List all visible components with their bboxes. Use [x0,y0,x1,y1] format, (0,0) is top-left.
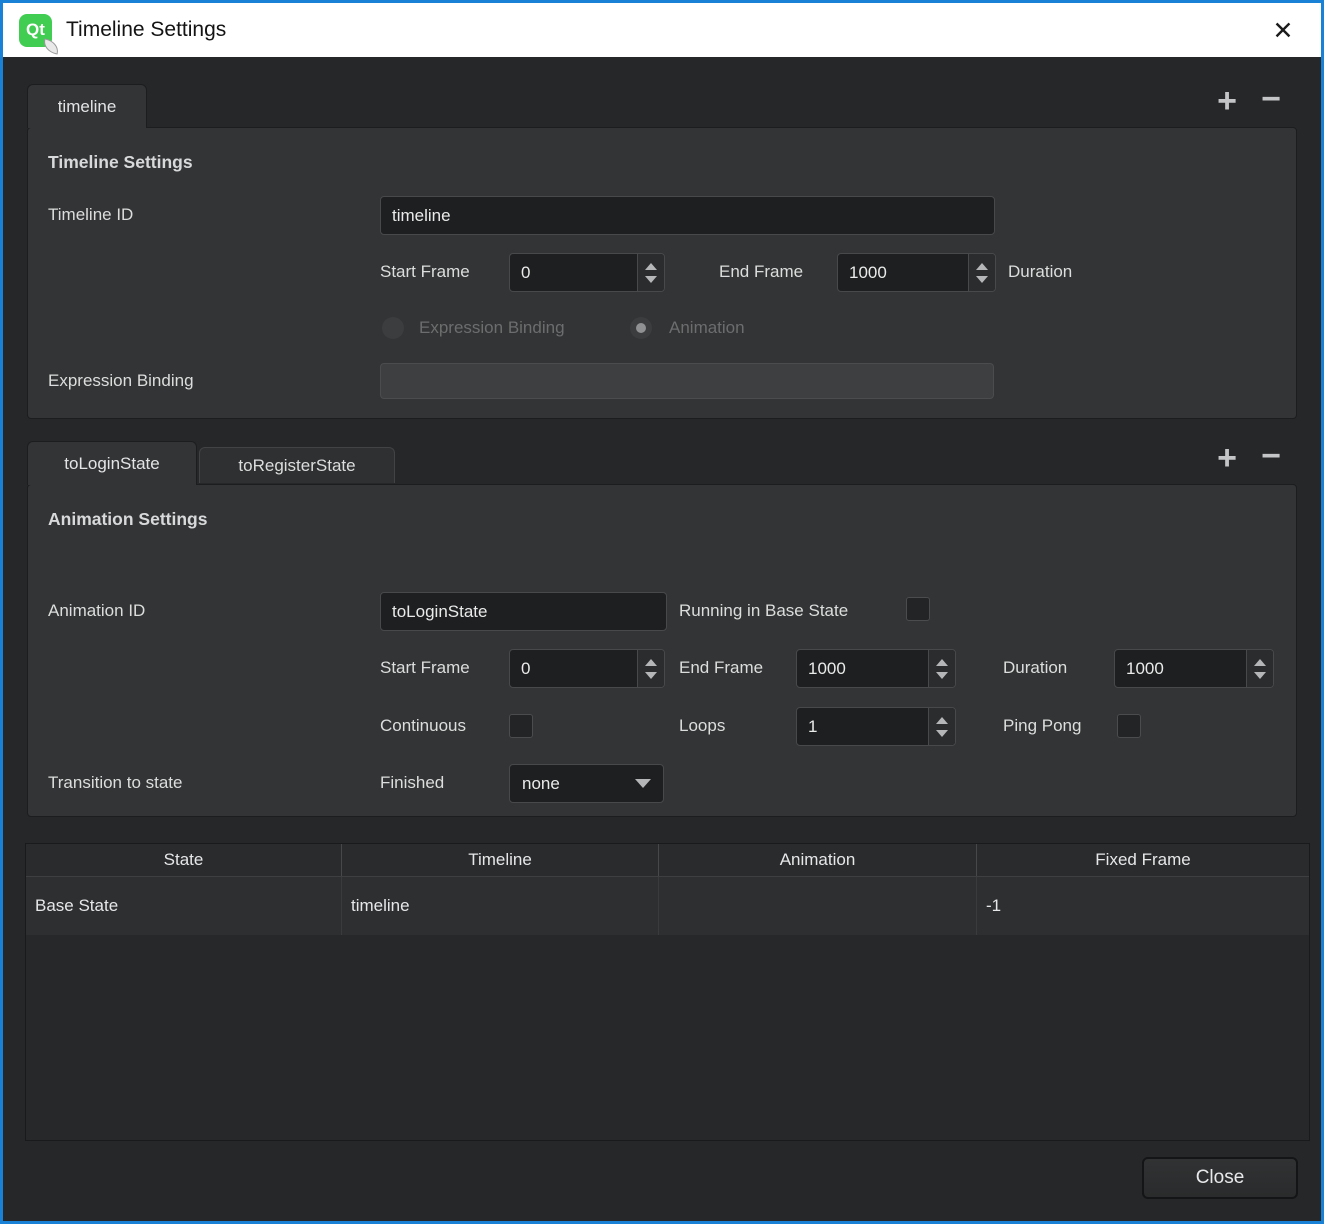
spin-up-icon[interactable] [645,659,657,666]
spin-up-icon[interactable] [1254,659,1266,666]
anim-start-frame-value: 0 [510,650,637,687]
continuous-label: Continuous [380,715,466,737]
cell-animation [659,877,977,935]
animation-settings-panel: Animation Settings Animation ID toLoginS… [27,484,1297,817]
animation-id-input[interactable]: toLoginState [380,592,667,631]
timeline-id-label: Timeline ID [48,204,133,226]
loops-spinbox[interactable]: 1 [796,707,956,746]
ping-pong-checkbox[interactable] [1117,714,1141,738]
spin-up-icon[interactable] [976,263,988,270]
titlebar: Qt Timeline Settings ✕ [3,3,1321,57]
finished-dropdown-value: none [522,774,635,794]
finished-dropdown[interactable]: none [509,764,664,803]
minus-icon: − [1261,439,1281,473]
timeline-settings-dialog: Qt Timeline Settings ✕ timeline + − Time… [0,0,1324,1224]
loops-label: Loops [679,715,725,737]
expression-binding-input [380,363,994,399]
ping-pong-label: Ping Pong [1003,715,1081,737]
window-close-button[interactable]: ✕ [1265,13,1301,49]
end-frame-spin-buttons[interactable] [968,254,995,291]
anim-start-frame-spin-buttons[interactable] [637,650,664,687]
spin-up-icon[interactable] [936,659,948,666]
spin-down-icon[interactable] [936,730,948,737]
spin-down-icon[interactable] [936,672,948,679]
chevron-down-icon [635,779,651,788]
start-frame-label: Start Frame [380,261,470,283]
duration-label: Duration [1008,261,1072,283]
anim-end-frame-spin-buttons[interactable] [928,650,955,687]
spin-down-icon[interactable] [1254,672,1266,679]
tab-tologinstate[interactable]: toLoginState [27,441,197,485]
animation-id-label: Animation ID [48,600,145,622]
loops-value: 1 [797,708,928,745]
timeline-settings-heading: Timeline Settings [48,152,193,173]
finished-label: Finished [380,772,444,794]
animation-radio [630,317,652,339]
plus-icon: + [1217,441,1237,475]
start-frame-spinbox[interactable]: 0 [509,253,665,292]
timeline-settings-panel: Timeline Settings Timeline ID timeline S… [27,127,1297,419]
anim-end-frame-label: End Frame [679,657,763,679]
cell-timeline: timeline [342,877,659,935]
timeline-remove-button[interactable]: − [1255,84,1287,114]
timeline-id-value: timeline [392,206,451,226]
spin-down-icon[interactable] [645,672,657,679]
close-button-label: Close [1196,1167,1245,1189]
header-animation: Animation [659,844,977,876]
loops-spin-buttons[interactable] [928,708,955,745]
running-in-base-state-label: Running in Base State [679,600,848,622]
animation-id-value: toLoginState [392,602,487,622]
animation-add-button[interactable]: + [1211,443,1243,473]
expression-binding-radio [382,317,404,339]
anim-duration-value: 1000 [1115,650,1246,687]
qt-leaf-icon [42,38,60,54]
cell-fixed-frame: -1 [977,877,1309,935]
table-row[interactable]: Base State timeline -1 [26,877,1309,935]
timeline-id-input[interactable]: timeline [380,196,995,235]
spin-down-icon[interactable] [645,276,657,283]
tab-timeline[interactable]: timeline [27,84,147,128]
tab-toregisterstate-label: toRegisterState [238,456,355,476]
anim-duration-spin-buttons[interactable] [1246,650,1273,687]
anim-duration-label: Duration [1003,657,1067,679]
expression-binding-label: Expression Binding [48,370,194,392]
minus-icon: − [1261,82,1281,116]
running-in-base-state-checkbox[interactable] [906,597,930,621]
tab-timeline-label: timeline [58,97,117,117]
tab-tologinstate-label: toLoginState [64,454,159,474]
header-state: State [26,844,342,876]
spin-up-icon[interactable] [936,717,948,724]
end-frame-value: 1000 [838,254,968,291]
anim-start-frame-spinbox[interactable]: 0 [509,649,665,688]
animation-settings-heading: Animation Settings [48,509,207,530]
timeline-add-button[interactable]: + [1211,86,1243,116]
continuous-checkbox[interactable] [509,714,533,738]
qt-design-studio-logo: Qt [19,14,52,47]
plus-icon: + [1217,84,1237,118]
header-timeline: Timeline [342,844,659,876]
anim-end-frame-spinbox[interactable]: 1000 [796,649,956,688]
qt-logo-text: Qt [26,20,45,40]
window-title: Timeline Settings [66,18,226,42]
anim-end-frame-value: 1000 [797,650,928,687]
end-frame-spinbox[interactable]: 1000 [837,253,996,292]
start-frame-value: 0 [510,254,637,291]
cell-state: Base State [26,877,342,935]
tab-toregisterstate[interactable]: toRegisterState [199,447,395,483]
spin-up-icon[interactable] [645,263,657,270]
end-frame-label: End Frame [719,261,803,283]
spin-down-icon[interactable] [976,276,988,283]
close-icon: ✕ [1273,16,1294,46]
animation-radio-label: Animation [669,317,745,339]
anim-start-frame-label: Start Frame [380,657,470,679]
anim-duration-spinbox[interactable]: 1000 [1114,649,1274,688]
animation-remove-button[interactable]: − [1255,441,1287,471]
expression-binding-radio-label: Expression Binding [419,317,565,339]
start-frame-spin-buttons[interactable] [637,254,664,291]
header-fixed-frame: Fixed Frame [977,844,1309,876]
transition-to-state-label: Transition to state [48,772,183,794]
close-button[interactable]: Close [1142,1157,1298,1199]
states-table: State Timeline Animation Fixed Frame Bas… [25,843,1310,1141]
states-table-header: State Timeline Animation Fixed Frame [26,844,1309,877]
